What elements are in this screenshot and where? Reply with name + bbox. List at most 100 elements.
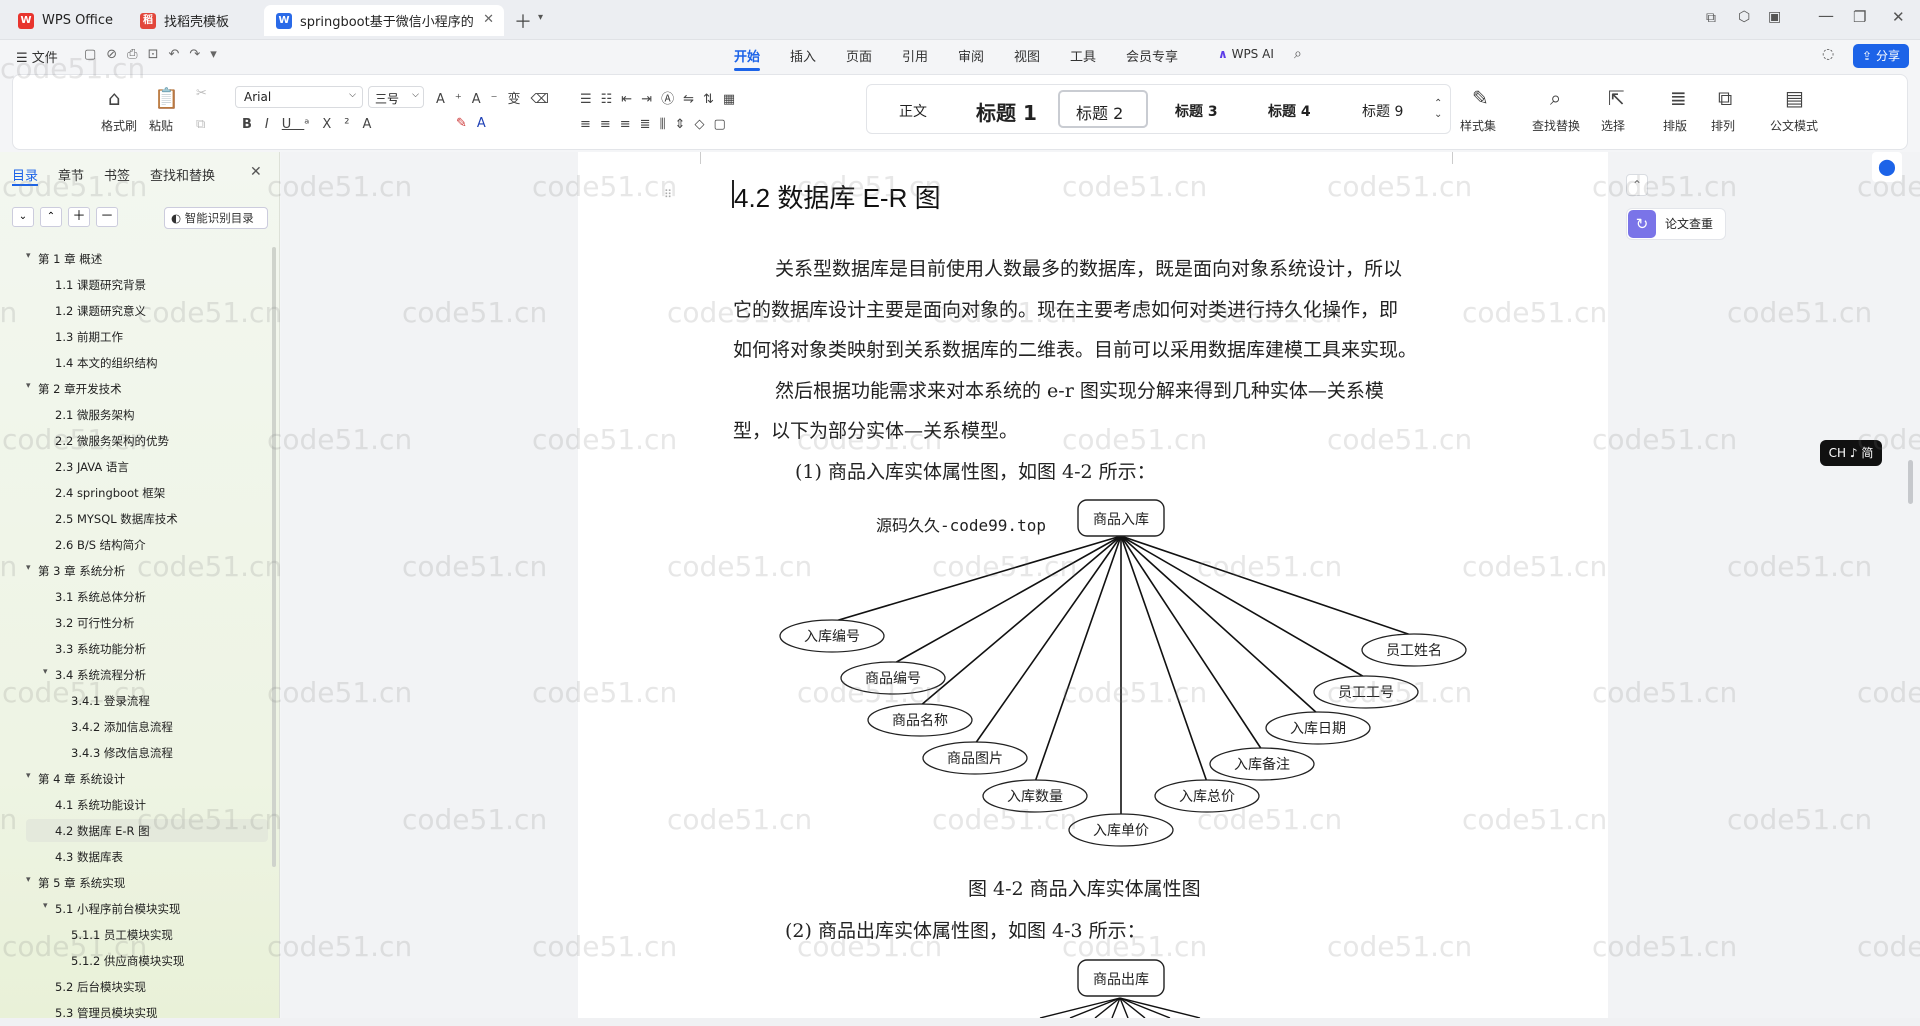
font-adjust-icons[interactable]: A⁺A⁻变⌫ — [436, 88, 559, 107]
style-heading-9[interactable]: 标题 9 — [1362, 101, 1403, 121]
cube-icon[interactable]: ⬡ — [1738, 9, 1750, 25]
expand-arrow-icon[interactable]: ▾ — [43, 901, 48, 911]
smart-toc-button[interactable]: ◐ 智能识别目录 — [164, 207, 268, 229]
tab-find-replace[interactable]: 查找和替换 — [150, 165, 215, 184]
find-icon[interactable]: ⌕ — [1550, 86, 1561, 110]
paragraph-icons[interactable]: ≡≡≡≣⫼⇕◇▢ — [580, 117, 735, 132]
font-size-select[interactable]: 三号 ⌵ — [368, 86, 424, 108]
toc-item[interactable]: ▾ 第 5 章 系统实现 — [26, 875, 125, 891]
expand-arrow-icon[interactable]: ▾ — [26, 251, 31, 261]
file-menu[interactable]: ☰ 文件 — [16, 47, 58, 66]
toc-item[interactable]: 1.4 本文的组织结构 — [55, 355, 157, 371]
share-button[interactable]: ⇪ 分享 — [1853, 44, 1909, 68]
toc-item[interactable]: 5.1.2 供应商模块实现 — [71, 953, 184, 969]
toc-item[interactable]: 2.2 微服务架构的优势 — [55, 433, 169, 449]
paper-check-button[interactable]: ↻ 论文查重 — [1626, 208, 1726, 240]
toc-item[interactable]: ▾ 第 1 章 概述 — [26, 251, 102, 267]
style-set-button[interactable]: 样式集 — [1460, 117, 1496, 134]
tab-page[interactable]: 页面 — [846, 46, 872, 65]
color-icons[interactable]: ✎A — [456, 116, 496, 131]
toc-item[interactable]: 3.4.1 登录流程 — [71, 693, 150, 709]
toc-item[interactable]: 5.1.1 员工模块实现 — [71, 927, 173, 943]
format-painter-icon[interactable]: ⌂ — [108, 86, 121, 110]
tab-document[interactable]: W springboot基于微信小程序的 ✕ — [264, 5, 504, 36]
tab-home[interactable]: 开始 — [734, 46, 760, 65]
tab-review[interactable]: 审阅 — [958, 46, 984, 65]
close-tab-icon[interactable]: ✕ — [483, 12, 494, 27]
tab-wps-office[interactable]: W WPS Office — [6, 5, 120, 36]
font-name-select[interactable]: Arial ⌵ — [235, 86, 363, 108]
collapse-panel-icon[interactable]: ⌃ — [1626, 174, 1648, 196]
select-button[interactable]: 选择 — [1601, 117, 1625, 134]
tab-member[interactable]: 会员专享 — [1126, 46, 1178, 65]
toc-item[interactable]: 1.3 前期工作 — [55, 329, 123, 345]
toc-item[interactable]: 5.2 后台模块实现 — [55, 979, 146, 995]
layout-button[interactable]: 排版 — [1663, 117, 1687, 134]
text-format-icons[interactable]: BIUᵃX²A — [242, 117, 384, 132]
remove-heading-icon[interactable]: － — [96, 207, 118, 227]
tab-view[interactable]: 视图 — [1014, 46, 1040, 65]
expand-arrow-icon[interactable]: ▾ — [43, 667, 48, 677]
avatar[interactable]: ▣ — [1768, 9, 1781, 25]
wps-ai-button[interactable]: ∧ WPS AI — [1218, 47, 1274, 61]
tab-bookmarks[interactable]: 书签 — [104, 165, 130, 184]
tab-insert[interactable]: 插入 — [790, 46, 816, 65]
expand-arrow-icon[interactable]: ▾ — [26, 563, 31, 573]
style-set-icon[interactable]: ✎ — [1472, 86, 1489, 110]
expand-arrow-icon[interactable]: ▾ — [26, 875, 31, 885]
drag-handle-icon[interactable]: ⠿ — [664, 188, 672, 201]
toc-item[interactable]: 4.3 数据库表 — [55, 849, 123, 865]
select-cursor-icon[interactable]: ⇱ — [1608, 86, 1625, 110]
toc-item[interactable]: ▾ 5.1 小程序前台模块实现 — [43, 901, 180, 917]
tab-chapters[interactable]: 章节 — [58, 165, 84, 184]
style-scroll-icon[interactable]: ⌃ ⌄ — [1434, 98, 1442, 120]
layout-icon[interactable]: ≣ — [1670, 86, 1687, 110]
toc-item[interactable]: ▾ 3.4 系统流程分析 — [43, 667, 146, 683]
toc-item[interactable]: 4.1 系统功能设计 — [55, 797, 146, 813]
toc-item[interactable]: 2.3 JAVA 语言 — [55, 459, 129, 475]
toc-item[interactable]: ▾ 第 2 章开发技术 — [26, 381, 122, 397]
toc-item[interactable]: 3.4.2 添加信息流程 — [71, 719, 173, 735]
toc-item[interactable]: 5.3 管理员模块实现 — [55, 1005, 157, 1021]
location-pin-icon[interactable]: ⬤ — [1872, 152, 1902, 182]
style-normal[interactable]: 正文 — [899, 101, 927, 121]
official-doc-icon[interactable]: ▤ — [1785, 86, 1804, 110]
style-heading-3[interactable]: 标题 3 — [1175, 101, 1218, 121]
toc-item[interactable]: 4.2 数据库 E-R 图 — [55, 823, 150, 839]
new-tab-icon[interactable]: ＋ — [514, 8, 532, 34]
style-heading-2[interactable]: 标题 2 — [1076, 100, 1123, 124]
style-heading-4[interactable]: 标题 4 — [1268, 101, 1311, 121]
copy-icon[interactable]: ⧉ — [196, 117, 205, 132]
toc-item[interactable]: 1.2 课题研究意义 — [55, 303, 146, 319]
style-heading-1[interactable]: 标题 1 — [976, 97, 1037, 126]
toc-item[interactable]: 2.5 MYSQL 数据库技术 — [55, 511, 178, 527]
paste-button[interactable]: 粘贴 — [149, 117, 173, 134]
tab-references[interactable]: 引用 — [902, 46, 928, 65]
add-heading-icon[interactable]: ＋ — [68, 207, 90, 227]
close-icon[interactable]: ✕ — [250, 164, 262, 180]
document-scrollbar[interactable] — [1908, 460, 1913, 504]
restore-icon[interactable]: ❐ — [1853, 8, 1866, 26]
toc-item[interactable]: ▾ 第 4 章 系统设计 — [26, 771, 125, 787]
quick-access-icons[interactable]: ▢⊘⎙⊡↶↷▾ — [84, 47, 227, 62]
minimize-icon[interactable]: — — [1818, 6, 1834, 25]
toc-item[interactable]: 2.4 springboot 框架 — [55, 485, 165, 501]
toc-item[interactable]: 2.6 B/S 结构简介 — [55, 537, 146, 553]
expand-up-icon[interactable]: ⌃ — [40, 207, 62, 227]
toc-item[interactable]: 1.1 课题研究背景 — [55, 277, 146, 293]
tab-toc[interactable]: 目录 — [12, 165, 38, 184]
toc-item[interactable]: 3.2 可行性分析 — [55, 615, 134, 631]
tab-template[interactable]: 稻 找稻壳模板 — [128, 5, 258, 36]
toc-item[interactable]: 3.4.3 修改信息流程 — [71, 745, 173, 761]
comment-icon[interactable]: ◌ — [1822, 46, 1834, 62]
arrange-button[interactable]: 排列 — [1711, 117, 1735, 134]
official-mode-button[interactable]: 公文模式 — [1770, 117, 1818, 134]
toc-item[interactable]: 2.1 微服务架构 — [55, 407, 134, 423]
section-heading[interactable]: 4.2 数据库 E-R 图 — [734, 178, 941, 215]
expand-arrow-icon[interactable]: ▾ — [26, 381, 31, 391]
search-icon[interactable]: ⌕ — [1294, 46, 1302, 62]
expand-arrow-icon[interactable]: ▾ — [26, 771, 31, 781]
toc-item[interactable]: 3.1 系统总体分析 — [55, 589, 146, 605]
toc-item[interactable]: ▾ 第 3 章 系统分析 — [26, 563, 125, 579]
toc-item[interactable]: 3.3 系统功能分析 — [55, 641, 146, 657]
